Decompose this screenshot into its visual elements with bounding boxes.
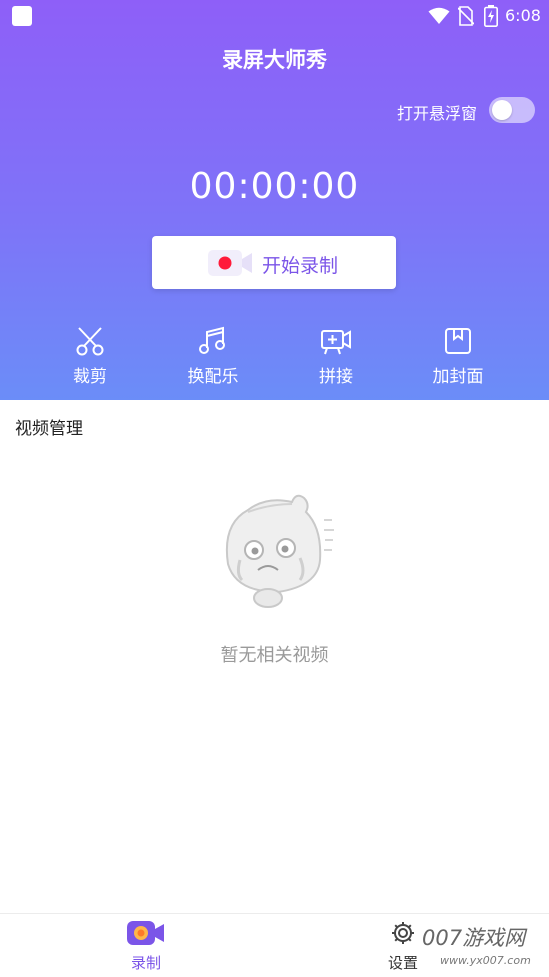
scissors-icon	[76, 327, 104, 356]
tool-cut-label: 裁剪	[73, 367, 107, 387]
status-time: 6:08	[505, 6, 541, 25]
watermark-text: 007游戏网	[422, 926, 526, 950]
gear-icon	[392, 922, 414, 944]
tool-cut[interactable]: 裁剪	[45, 326, 135, 387]
crying-mascot-icon	[225, 494, 334, 608]
floating-window-toggle[interactable]	[489, 97, 535, 123]
header-banner: 6:08 录屏大师秀 打开悬浮窗 00:00:00 开始录制 裁剪 换配乐 拼接…	[0, 0, 549, 400]
nav-record-label: 录制	[130, 954, 161, 972]
tool-add-cover[interactable]: 加封面	[413, 326, 503, 387]
record-camera-icon	[208, 250, 252, 276]
start-recording-button[interactable]: 开始录制	[152, 236, 396, 289]
battery-charging-icon	[484, 5, 498, 27]
nav-settings[interactable]: 设置	[380, 920, 426, 973]
video-management-title: 视频管理	[15, 419, 83, 439]
watermark-url: www.yx007.com	[440, 954, 531, 967]
recording-timer: 00:00:00	[189, 166, 360, 207]
tool-change-music-label: 换配乐	[187, 367, 239, 387]
nav-settings-label: 设置	[387, 954, 418, 972]
no-sim-icon	[458, 6, 474, 26]
music-note-icon	[199, 326, 225, 354]
wifi-icon	[428, 7, 450, 24]
status-bar: 6:08	[0, 0, 549, 32]
cover-icon	[445, 328, 471, 354]
app-title: 录屏大师秀	[222, 48, 327, 72]
toggle-knob	[492, 100, 512, 120]
tool-merge[interactable]: 拼接	[291, 326, 381, 387]
tool-merge-label: 拼接	[319, 367, 353, 387]
tool-add-cover-label: 加封面	[432, 367, 484, 387]
app-notification-icon	[12, 6, 32, 26]
record-camera-icon	[127, 921, 164, 945]
tool-change-music[interactable]: 换配乐	[168, 326, 258, 387]
start-recording-label: 开始录制	[262, 255, 339, 277]
empty-state-text: 暂无相关视频	[220, 645, 329, 666]
nav-record[interactable]: 录制	[116, 920, 176, 973]
video-add-icon	[321, 330, 351, 355]
floating-window-label: 打开悬浮窗	[396, 104, 477, 123]
